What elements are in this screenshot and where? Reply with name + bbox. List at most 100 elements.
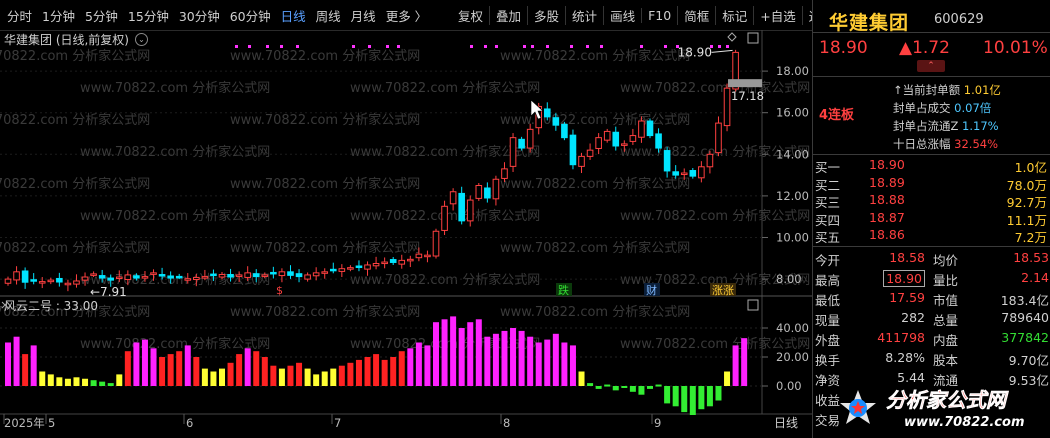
candle (201, 276, 209, 279)
watermark-text: www.70822.com 分析家公式网 (500, 176, 690, 192)
kline-chart[interactable]: www.70822.com 分析家公式网 www.70822.com 分析家公式网… (0, 0, 812, 438)
indicator-bar (5, 342, 11, 386)
indicator-bar (587, 383, 594, 386)
indicator-bar (629, 386, 636, 392)
x-tick-label: 2025年 (4, 416, 45, 430)
candle (56, 277, 63, 283)
indicator-bar (321, 371, 328, 386)
watermark-text: www.70822.com 分析家公式网 (0, 240, 150, 256)
indicator-bar (82, 378, 89, 386)
signal-dot (352, 45, 355, 48)
indicator-bar (13, 336, 20, 386)
order-row[interactable]: 买四 18.87 11.1万 (813, 210, 1050, 228)
y-tick-label: 16.00 (776, 106, 809, 120)
chart-controls (1, 32, 759, 311)
candle (98, 275, 106, 279)
indicator-bar (253, 351, 260, 386)
candle (364, 264, 371, 270)
order-row[interactable]: 买一 18.90 1.0亿 (813, 157, 1050, 175)
candle (184, 278, 192, 281)
candle (141, 276, 149, 279)
candle (287, 271, 294, 276)
x-tick-label: 6 (186, 416, 193, 430)
indicator-bar (227, 362, 234, 386)
watermark-text: www.70822.com 分析家公式网 (80, 144, 270, 160)
candle (210, 273, 217, 277)
candle (150, 272, 157, 275)
current-price-label: 17.18 (731, 89, 764, 103)
signal-dot (266, 45, 269, 48)
watermark-text: www.70822.com 分析家公式网 (350, 80, 540, 96)
indicator-bar (578, 371, 585, 386)
signal-dot (640, 45, 643, 48)
y-tick-label: 14.00 (776, 147, 809, 161)
indicator-bar (381, 359, 388, 386)
indicator-bar (219, 368, 225, 386)
indicator-bar (270, 365, 277, 386)
logo-url: www.70822.com (904, 415, 1025, 430)
candle (723, 87, 731, 127)
indicator-bar (569, 345, 576, 386)
indicator-bar (364, 357, 371, 386)
indicator-bars (5, 316, 748, 415)
candle (107, 277, 115, 281)
candle (638, 120, 645, 138)
quote-row: 换手 8.28% 股本 9.70亿 (815, 350, 1049, 368)
event-label: 跌 (558, 283, 569, 297)
candle (492, 178, 500, 200)
signal-dot (718, 45, 721, 48)
order-row[interactable]: 买五 18.86 7.2万 (813, 227, 1050, 245)
indicator-bar (193, 357, 200, 386)
watermark-text: www.70822.com 分析家公式网 (230, 112, 420, 128)
order-row[interactable]: 买二 18.89 78.0万 (813, 175, 1050, 193)
indicator-bar (330, 368, 337, 386)
candle (218, 274, 226, 278)
indicator-bar (552, 333, 559, 386)
candle (672, 171, 679, 176)
candle (569, 134, 577, 166)
indicator-bar (561, 342, 568, 386)
candle (64, 282, 72, 286)
indicator-bar (47, 374, 54, 386)
watermark-text: www.70822.com 分析家公式网 (230, 240, 420, 256)
indicator-bar (647, 386, 653, 389)
candle (38, 281, 46, 284)
signal-dot (586, 45, 589, 48)
candle (381, 261, 388, 265)
indicator-bar (244, 348, 251, 386)
signal-dot (523, 45, 526, 48)
candle (466, 199, 474, 222)
candle (227, 274, 234, 278)
collapse-button[interactable]: ⌃ (917, 60, 945, 72)
candle (47, 279, 55, 283)
indicator-bar (261, 357, 268, 386)
candle (355, 265, 363, 268)
candle (509, 137, 517, 167)
indicator-bar (22, 354, 29, 386)
signal-dot (600, 45, 603, 48)
quote-panel: 华建集团 600629 18.90 ▲1.72 10.01% ⌃ 4连板 ↑当前… (812, 0, 1050, 438)
indicator-bar (398, 351, 405, 386)
order-row[interactable]: 买三 18.88 92.7万 (813, 192, 1050, 210)
indicator-bar (176, 351, 183, 386)
indicator-bar (612, 386, 619, 391)
candle (475, 185, 483, 199)
indicator-bar (475, 319, 482, 386)
signal-dot (386, 45, 389, 48)
indicator-bar (210, 371, 217, 386)
signal-dot (296, 45, 299, 48)
candle (415, 253, 423, 259)
candle (244, 272, 251, 278)
indicator-bar (313, 374, 320, 386)
watermark-text: www.70822.com 分析家公式网 (230, 176, 420, 192)
candle (698, 166, 705, 179)
period-label: 日线 (774, 416, 798, 430)
candle (526, 128, 534, 149)
time-axis: 2025年 5 6 7 8 9 日线 (3, 414, 798, 430)
watermark-layer: www.70822.com 分析家公式网 www.70822.com 分析家公式网… (0, 48, 810, 352)
quote-row: 外盘 411798 内盘 377842 (815, 330, 1049, 348)
indicator-bar (304, 368, 311, 386)
watermark-text: www.70822.com 分析家公式网 (500, 112, 690, 128)
low-marker: ←7.91 (90, 285, 127, 299)
event-label: 财 (646, 283, 657, 297)
